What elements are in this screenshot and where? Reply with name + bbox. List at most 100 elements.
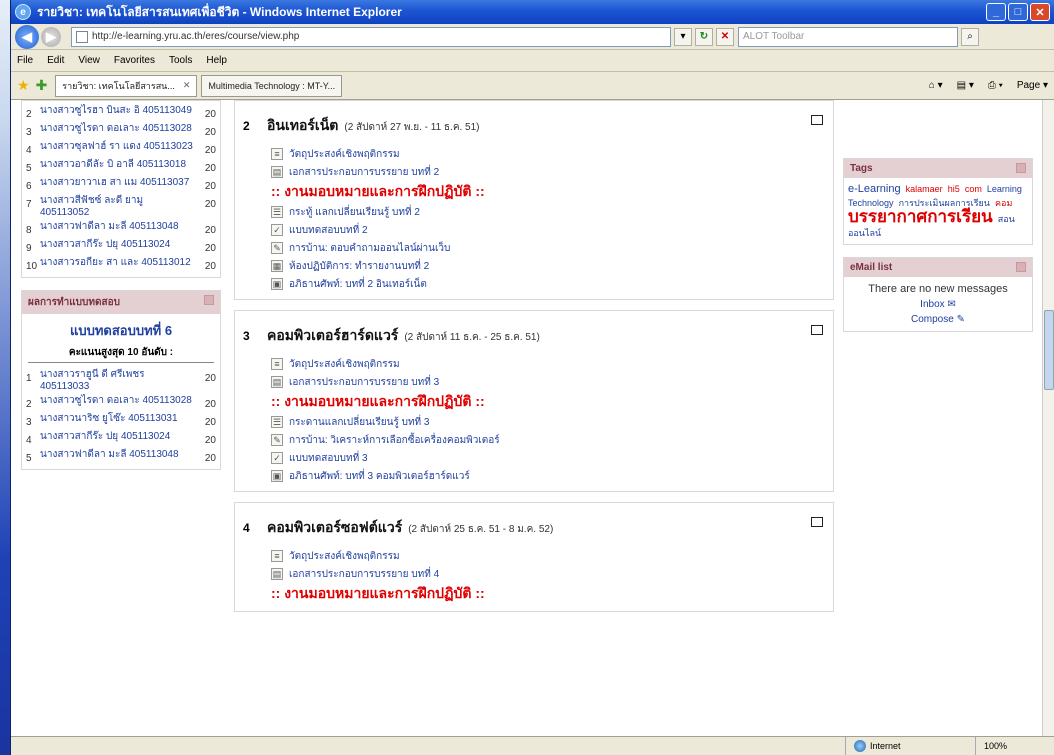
rank-number: 2 — [26, 109, 32, 120]
student-link[interactable]: นางสาวสากีร๊ะ ปยุ 405113024 — [40, 239, 194, 251]
feeds-icon[interactable]: ▤ ▾ — [957, 80, 974, 91]
zoom-level[interactable]: 100% — [975, 737, 1054, 755]
tag-link[interactable]: hi5 — [948, 184, 960, 194]
block-toggle-icon[interactable] — [204, 295, 214, 305]
inbox-link[interactable]: Inbox ✉ — [850, 299, 1026, 310]
activity-link[interactable]: ✎ การบ้าน: ตอบคำถามออนไลน์ผ่านเว็บ — [271, 239, 833, 257]
activity-label: การบ้าน: วิเคราะห์การเลือกซื้อเครื่องคอม… — [289, 434, 500, 446]
menu-help[interactable]: Help — [206, 55, 227, 66]
show-only-topic-icon[interactable] — [811, 325, 823, 335]
student-link[interactable]: นางสาวซูไรดา ดอเลาะ 405113028 — [40, 123, 194, 135]
page-viewport: 2 นางสาวซูไรฮา บินสะ อิ 405113049 20 3 นางสา… — [11, 100, 1043, 736]
print-icon[interactable]: ⎙ ▾ — [988, 80, 1003, 91]
dropdown-icon[interactable]: ▾ — [674, 27, 692, 46]
forward-button[interactable]: ▶ — [41, 26, 61, 47]
student-link[interactable]: นางสาวรอกียะ สา และ 405113012 — [40, 257, 194, 269]
student-link[interactable]: นางสาวซุลฟาฮ์ รา แดง 405113023 — [40, 141, 194, 153]
activity-list: ≡ วัตถุประสงค์เชิงพฤติกรรม ▤ เอกสารประกอบกา… — [235, 143, 833, 299]
student-link[interactable]: นางสาวสีฟัชซ์ ละดี ยามู 405113052 — [40, 195, 194, 219]
activity-label: เอกสารประกอบการบรรยาย บทที่ 3 — [289, 376, 440, 388]
block-toggle-icon[interactable] — [1016, 163, 1026, 173]
back-button[interactable]: ◀ — [15, 24, 39, 49]
quiz-name[interactable]: แบบทดสอบบทที่ 6 — [22, 320, 220, 341]
tab-course[interactable]: รายวิชา: เทคโนโลยีสารสน... ✕ — [55, 74, 198, 97]
student-link[interactable]: นางสาวซูไรฮา บินสะ อิ 405113049 — [40, 105, 194, 117]
show-only-topic-icon[interactable] — [811, 517, 823, 527]
activity-link[interactable]: ✎ การบ้าน: วิเคราะห์การเลือกซื้อเครื่องคอ… — [271, 431, 833, 449]
tab-multimedia[interactable]: Multimedia Technology : MT-Y... — [201, 74, 343, 97]
block-toggle-icon[interactable] — [1016, 262, 1026, 272]
list-item: 3 นางสาวนาริซ ยูโซ๊ะ 405113031 20 — [26, 413, 216, 429]
menu-view[interactable]: View — [78, 55, 100, 66]
block-header: eMail list — [844, 258, 1032, 277]
activity-link[interactable]: ▣ อภิธานศัพท์: บทที่ 2 อินเทอร์เน็ต — [271, 275, 833, 293]
activity-link[interactable]: ≡ วัตถุประสงค์เชิงพฤติกรรม — [271, 547, 833, 565]
gloss-icon: ▣ — [271, 278, 283, 290]
tabs-bar: ★ ✚ รายวิชา: เทคโนโลยีสารสน... ✕ Multime… — [11, 72, 1054, 100]
quiz-icon: ✓ — [271, 452, 283, 464]
address-bar: ◀ ▶ http://e-learning.yru.ac.th/eres/cou… — [11, 24, 1054, 50]
menu-tools[interactable]: Tools — [169, 55, 192, 66]
activity-label: วัตถุประสงค์เชิงพฤติกรรม — [289, 148, 400, 160]
student-link[interactable]: นางสาวฟาดีลา มะลี 405113048 — [40, 221, 194, 233]
add-favorite-icon[interactable]: ✚ — [36, 77, 48, 94]
block-header: Tags — [844, 159, 1032, 178]
compose-link[interactable]: Compose ✎ — [850, 314, 1026, 325]
student-link[interactable]: นางสาวฟาดีลา มะลี 405113048 — [40, 449, 194, 461]
activity-link[interactable]: ☰ กระทู้ แลกเปลี่ยนเรียนรู้ บทที่ 2 — [271, 203, 833, 221]
search-input[interactable]: ALOT Toolbar — [738, 26, 958, 47]
activity-link[interactable]: ▤ เอกสารประกอบการบรรยาย บทที่ 2 — [271, 163, 833, 181]
tag-link[interactable]: e-Learning — [848, 183, 901, 195]
activity-link[interactable]: ▤ เอกสารประกอบการบรรยาย บทที่ 4 — [271, 565, 833, 583]
home-icon[interactable]: ⌂ ▾ — [929, 80, 943, 91]
student-link[interactable]: นางสาวนาริซ ยูโซ๊ะ 405113031 — [40, 413, 194, 425]
menu-file[interactable]: File — [17, 55, 33, 66]
rank-number: 4 — [26, 435, 32, 446]
student-link[interactable]: นางสาวอาดีลัะ บิ อาลี 405113018 — [40, 159, 194, 171]
activity-link[interactable]: ▦ ห้องปฏิบัติการ: ทำรายงานบทที่ 2 — [271, 257, 833, 275]
scroll-thumb[interactable] — [1044, 310, 1054, 390]
topic-title: คอมพิวเตอร์ฮาร์ดแวร์ — [267, 327, 399, 343]
student-link[interactable]: นางสาวสากีร๊ะ ปยุ 405113024 — [40, 431, 194, 443]
activity-link[interactable]: ▣ อภิธานศัพท์: บทที่ 3 คอมพิวเตอร์ฮาร์ดแว… — [271, 467, 833, 485]
close-button[interactable]: ✕ — [1030, 3, 1050, 21]
tag-link[interactable]: kalamaer — [906, 184, 943, 194]
tag-link[interactable]: Learning — [987, 184, 1022, 194]
list-item: 5 นางสาวอาดีลัะ บิ อาลี 405113018 20 — [26, 159, 216, 175]
activity-link[interactable]: ✓ แบบทดสอบบทที่ 3 — [271, 449, 833, 467]
tag-link[interactable]: com — [965, 184, 982, 194]
student-link[interactable]: นางสาวยาวาเฮ สา แม 405113037 — [40, 177, 194, 189]
tab-close-icon[interactable]: ✕ — [183, 80, 191, 91]
minimize-button[interactable]: _ — [986, 3, 1006, 21]
stop-icon[interactable]: ✕ — [716, 27, 734, 46]
activity-link[interactable]: ☰ กระดานแลกเปลี่ยนเรียนรู้ บทที่ 3 — [271, 413, 833, 431]
vertical-scrollbar[interactable] — [1042, 100, 1054, 736]
tab-multimedia-label: Multimedia Technology : MT-Y... — [208, 80, 336, 91]
menu-favorites[interactable]: Favorites — [114, 55, 155, 66]
favorites-star-icon[interactable]: ★ — [17, 77, 30, 94]
activity-list: ≡ วัตถุประสงค์เชิงพฤติกรรม ▤ เอกสารประกอบกา… — [235, 545, 833, 611]
activity-link[interactable]: ≡ วัตถุประสงค์เชิงพฤติกรรม — [271, 145, 833, 163]
tag-link[interactable]: บรรยากาศการเรียน — [848, 207, 993, 226]
url-input[interactable]: http://e-learning.yru.ac.th/eres/course/… — [71, 26, 671, 47]
tag-link[interactable]: คอม — [995, 198, 1012, 208]
zone-label: Internet — [870, 741, 901, 751]
activity-link[interactable]: ▤ เอกสารประกอบการบรรยาย บทที่ 3 — [271, 373, 833, 391]
page-menu[interactable]: Page ▾ — [1017, 80, 1048, 91]
maximize-button[interactable]: □ — [1008, 3, 1028, 21]
show-only-topic-icon[interactable] — [811, 115, 823, 125]
activity-link[interactable]: ✓ แบบทดสอบบทที่ 2 — [271, 221, 833, 239]
menu-edit[interactable]: Edit — [47, 55, 64, 66]
search-icon[interactable]: ⌕ — [961, 27, 979, 46]
right-column: Tags e-Learning kalamaer hi5 com Learnin… — [843, 100, 1033, 344]
rank-score: 20 — [204, 435, 216, 446]
activity-link[interactable]: ≡ วัตถุประสงค์เชิงพฤติกรรม — [271, 355, 833, 373]
student-link[interactable]: นางสาวซูไรดา ดอเลาะ 405113028 — [40, 395, 194, 407]
student-link[interactable]: นางสาวราฮูนี ดี ศรีเพชร 405113033 — [40, 369, 194, 393]
refresh-icon[interactable]: ↻ — [695, 27, 713, 46]
rank-number: 1 — [26, 373, 32, 384]
rank-score: 20 — [204, 243, 216, 254]
block-header: ผลการทำแบบทดสอบ — [22, 291, 220, 314]
assign-icon: ✎ — [271, 434, 283, 446]
rank-number: 6 — [26, 181, 32, 192]
